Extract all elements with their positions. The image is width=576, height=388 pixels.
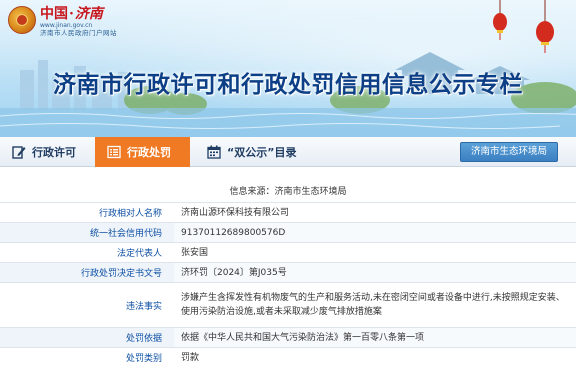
department-button[interactable]: 济南市生态环境局 — [460, 142, 558, 162]
field-label: 行政相对人名称 — [0, 202, 174, 223]
table-row: 行政处罚决定书文号 济环罚〔2024〕第J035号 — [0, 262, 576, 283]
field-value: 张安国 — [174, 242, 576, 263]
lantern-decoration-right — [536, 0, 554, 53]
table-row: 法定代表人 张安国 — [0, 242, 576, 263]
table-row: 行政相对人名称 济南山源环保科技有限公司 — [0, 202, 576, 223]
field-value: 依据《中华人民共和国大气污染防治法》第一百零八条第一项 — [174, 327, 576, 348]
field-label: 违法事实 — [0, 282, 174, 328]
table-row: 违法事实 涉嫌产生含挥发性有机物废气的生产和服务活动,未在密闭空间或者设备中进行… — [0, 282, 576, 328]
tab-administrative-penalty[interactable]: 行政处罚 — [95, 137, 190, 167]
logo-name: 中国·济南 — [40, 6, 103, 22]
field-value: 涉嫌产生含挥发性有机物废气的生产和服务活动,未在密闭空间或者设备中进行,未按照规… — [174, 282, 576, 328]
penalty-info-table: 行政相对人名称 济南山源环保科技有限公司 统一社会信用代码 9137011268… — [0, 202, 576, 368]
calendar-icon — [207, 145, 221, 159]
tab-administrative-license[interactable]: 行政许可 — [0, 137, 95, 167]
penalty-detail: 信息来源：济南市生态环境局 行政相对人名称 济南山源环保科技有限公司 统一社会信… — [0, 167, 576, 388]
edit-icon — [12, 146, 26, 159]
field-label: 处罚依据 — [0, 327, 174, 348]
field-label: 法定代表人 — [0, 242, 174, 263]
lantern-decoration-left — [493, 0, 507, 40]
tab-label: “双公示”目录 — [227, 146, 297, 159]
field-value: 济南山源环保科技有限公司 — [174, 202, 576, 223]
field-label: 处罚类别 — [0, 347, 174, 368]
field-value: 91370112689800576D — [174, 222, 576, 243]
logo-text-block: 中国·济南 www.jinan.gov.cn 济南市人民政府门户网站 — [40, 6, 117, 37]
field-value: 济环罚〔2024〕第J035号 — [174, 262, 576, 283]
info-source: 信息来源：济南市生态环境局 — [229, 187, 347, 197]
site-logo[interactable]: 中国·济南 www.jinan.gov.cn 济南市人民政府门户网站 — [8, 6, 117, 40]
national-emblem-icon — [8, 6, 36, 34]
tab-label: 行政处罚 — [127, 146, 171, 159]
tab-double-publicity-catalog[interactable]: “双公示”目录 — [195, 137, 325, 167]
table-row: 处罚类别 罚款 — [0, 347, 576, 368]
table-row: 处罚依据 依据《中华人民共和国大气污染防治法》第一百零八条第一项 — [0, 327, 576, 348]
logo-subtitle: 济南市人民政府门户网站 — [40, 29, 117, 37]
field-label: 统一社会信用代码 — [0, 222, 174, 243]
field-value: 罚款 — [174, 347, 576, 368]
logo-url: www.jinan.gov.cn — [40, 22, 93, 29]
main-nav: 行政许可 行政处罚 “双公示”目录 济南市生态环境局 — [0, 137, 576, 167]
header-banner: 中国·济南 www.jinan.gov.cn 济南市人民政府门户网站 济南市行政… — [0, 0, 576, 137]
field-label: 行政处罚决定书文号 — [0, 262, 174, 283]
page-title: 济南市行政许可和行政处罚信用信息公示专栏 — [53, 72, 523, 98]
list-icon — [107, 145, 121, 159]
table-row: 统一社会信用代码 91370112689800576D — [0, 222, 576, 243]
tab-label: 行政许可 — [32, 146, 76, 159]
